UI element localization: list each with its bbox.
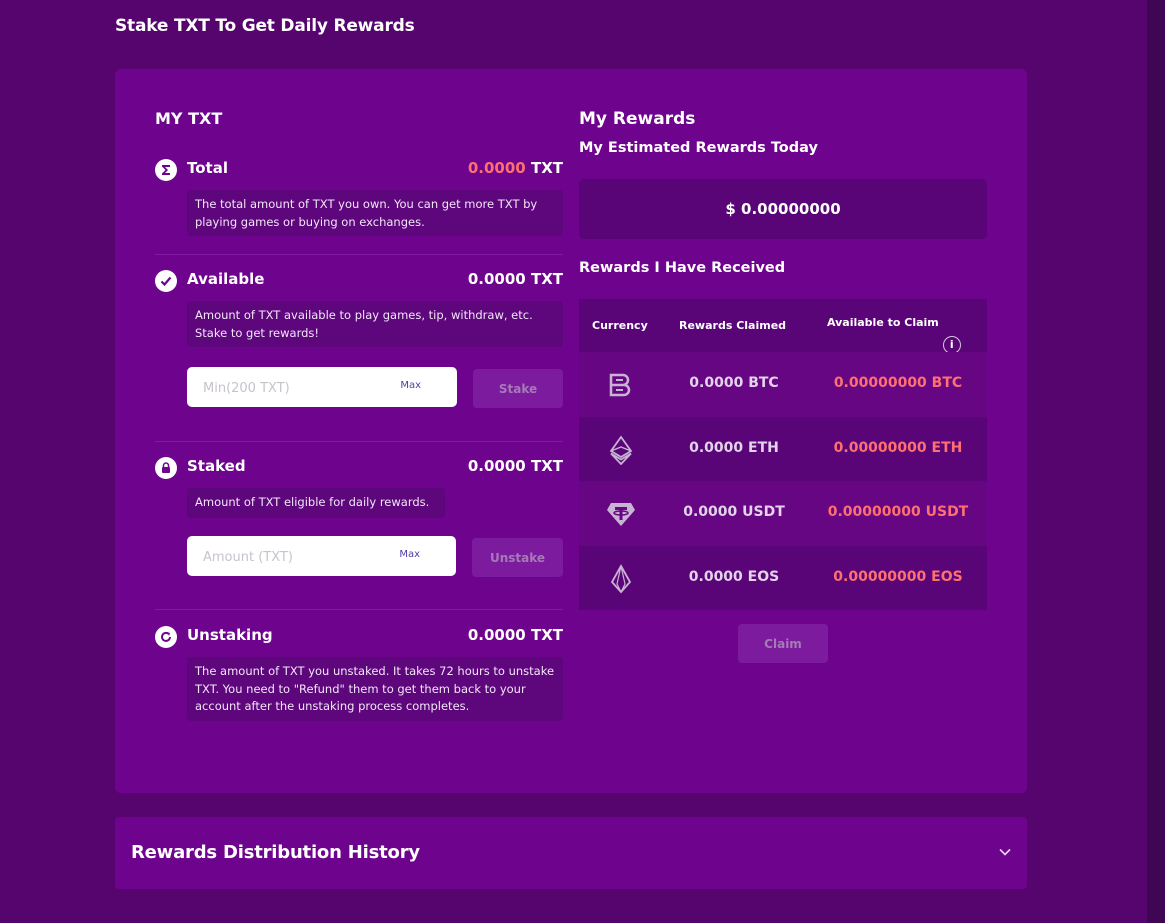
available-description: Amount of TXT available to play games, t…	[187, 301, 563, 347]
divider	[155, 254, 563, 255]
staking-card: MY TXT Total 0.0000 TXT The total amount…	[115, 69, 1027, 793]
stake-max-button[interactable]: Max	[400, 380, 421, 391]
col-rewards-claimed: Rewards Claimed	[679, 319, 787, 332]
staked-label: Staked	[187, 457, 246, 475]
available-value: 0.0000 TXT	[467, 270, 563, 288]
available-value: 0.00000000 ETH	[833, 439, 963, 456]
history-title: Rewards Distribution History	[131, 842, 420, 863]
unstake-button[interactable]: Unstake	[472, 538, 563, 577]
chevron-down-icon[interactable]	[998, 847, 1012, 857]
divider	[155, 609, 563, 610]
available-value: 0.00000000 EOS	[833, 568, 963, 585]
col-available-to-claim: Available to Claim i	[827, 316, 961, 354]
rewards-received-heading: Rewards I Have Received	[579, 260, 786, 276]
usdt-icon	[607, 503, 635, 526]
table-row: 0.0000 EOS 0.00000000 EOS	[579, 545, 987, 610]
total-label: Total	[187, 159, 228, 177]
unstaking-description: The amount of TXT you unstaked. It takes…	[187, 657, 563, 721]
eos-icon	[610, 563, 632, 593]
claimed-value: 0.0000 USDT	[683, 504, 785, 520]
eth-icon	[609, 434, 633, 465]
staked-value: 0.0000 TXT	[467, 457, 563, 475]
col-currency: Currency	[592, 319, 648, 332]
table-row: 0.0000 USDT 0.00000000 USDT	[579, 481, 987, 546]
estimated-rewards-value: $ 0.00000000	[579, 179, 987, 239]
divider	[155, 441, 563, 442]
rewards-table: Currency Rewards Claimed Available to Cl…	[579, 299, 987, 610]
my-rewards-heading: My Rewards	[579, 109, 696, 129]
unstaking-value: 0.0000 TXT	[467, 626, 563, 644]
sigma-icon	[155, 159, 177, 181]
table-header: Currency Rewards Claimed Available to Cl…	[579, 299, 987, 354]
available-value: 0.00000000 USDT	[827, 504, 969, 520]
available-label: Available	[187, 270, 265, 288]
claimed-value: 0.0000 ETH	[689, 439, 779, 456]
rewards-history-panel[interactable]: Rewards Distribution History	[115, 817, 1027, 889]
page-scrollbar[interactable]	[1147, 0, 1165, 923]
unstaking-label: Unstaking	[187, 626, 273, 644]
staked-description: Amount of TXT eligible for daily rewards…	[187, 488, 445, 518]
unstake-max-button[interactable]: Max	[399, 549, 420, 560]
claimed-value: 0.0000 BTC	[689, 375, 779, 391]
total-value: 0.0000 TXT	[467, 159, 563, 177]
estimated-rewards-heading: My Estimated Rewards Today	[579, 140, 818, 156]
total-description: The total amount of TXT you own. You can…	[187, 190, 563, 236]
refresh-icon	[155, 626, 177, 648]
claim-button[interactable]: Claim	[738, 624, 828, 663]
my-txt-heading: MY TXT	[155, 109, 223, 128]
unstake-input-box: Max	[187, 536, 456, 578]
btc-icon	[609, 373, 631, 397]
stake-input-box: Max	[187, 367, 457, 409]
table-row: 0.0000 BTC 0.00000000 BTC	[579, 352, 987, 417]
page-title: Stake TXT To Get Daily Rewards	[115, 16, 415, 36]
lock-icon	[155, 457, 177, 479]
claimed-value: 0.0000 EOS	[688, 568, 780, 585]
unstake-amount-input[interactable]	[201, 536, 385, 578]
stake-button[interactable]: Stake	[473, 369, 563, 408]
check-icon	[155, 270, 177, 292]
stake-amount-input[interactable]	[201, 367, 385, 409]
table-row: 0.0000 ETH 0.00000000 ETH	[579, 416, 987, 481]
available-value: 0.00000000 BTC	[833, 375, 963, 391]
